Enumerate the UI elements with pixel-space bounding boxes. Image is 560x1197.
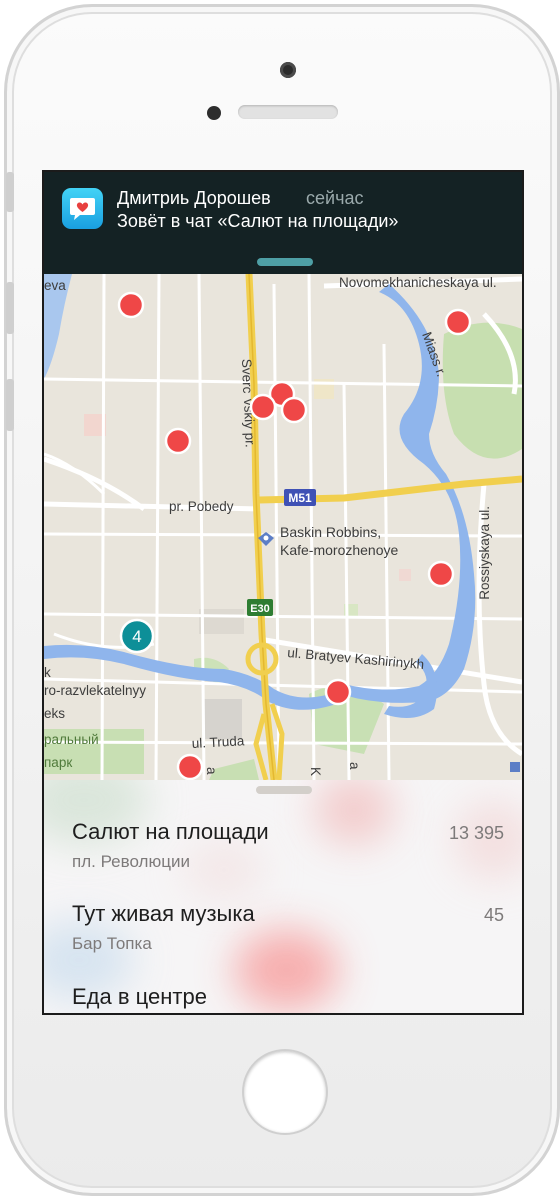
volume-up-button — [6, 282, 14, 334]
poi-small-marker-icon — [510, 762, 520, 772]
notification-grabber[interactable] — [257, 258, 313, 266]
sheet-grabber[interactable] — [256, 786, 312, 794]
event-marker[interactable] — [117, 291, 145, 319]
street-label-rossiyskaya: Rossiyskaya ul. — [477, 506, 492, 600]
map-label-bottom-a2: a — [347, 762, 362, 770]
map-label-bottom-a: a — [204, 767, 219, 775]
map-canvas[interactable]: M51 E30 Novomekhanicheskaya ul. Sverc vs… — [44, 274, 522, 780]
map-label-park-b: парк — [44, 755, 72, 770]
event-marker[interactable] — [444, 308, 472, 336]
event-title: Еда в центре — [72, 984, 207, 1009]
street-label-truda: ul. Truda — [191, 733, 245, 751]
event-title: Тут живая музыка — [72, 901, 255, 926]
volume-down-button — [6, 379, 14, 431]
event-location: Бар Топка — [72, 934, 152, 953]
poi-label-line1: Baskin Robbins, — [280, 524, 381, 540]
notification-sender: Дмитриь Дорошев — [117, 188, 271, 208]
phone-screen: Дмитриь Дорошев сейчас Зовёт в чат «Салю… — [42, 170, 524, 1015]
event-marker[interactable] — [176, 753, 204, 780]
cluster-count: 4 — [132, 627, 141, 646]
map-label-razvlekatelnyy: ro-razvlekatelnyy — [44, 683, 146, 698]
street-label-eva: eva — [44, 278, 66, 293]
map-label-k: k — [44, 665, 51, 680]
proximity-sensor — [207, 106, 221, 120]
notification-message: Зовёт в чат «Салют на площади» — [117, 211, 399, 231]
m51-label: M51 — [288, 491, 312, 505]
event-count: 13 395 — [448, 823, 504, 843]
sheet-blur-decoration — [184, 840, 264, 900]
event-marker[interactable] — [249, 393, 277, 421]
home-button[interactable] — [244, 1051, 326, 1133]
sheet-blur-decoration — [314, 780, 394, 845]
front-camera — [280, 62, 296, 78]
poi-label-line2: Kafe-morozhenoye — [280, 542, 399, 558]
street-label-pobedy: pr. Pobedy — [169, 499, 234, 514]
sheet-blur-decoration — [234, 930, 339, 1010]
mute-switch — [6, 172, 14, 212]
map-view[interactable]: M51 E30 Novomekhanicheskaya ul. Sverc vs… — [44, 274, 522, 780]
street-label-novomekh: Novomekhanicheskaya ul. — [339, 275, 497, 290]
notification-time: сейчас — [306, 188, 364, 208]
event-marker[interactable] — [280, 396, 308, 424]
map-label-bottom-k: K — [308, 767, 323, 776]
event-location: пл. Революции — [72, 852, 190, 871]
map-label-eks: eks — [44, 706, 65, 721]
heart-chat-icon — [62, 188, 103, 229]
event-title: Салют на площади — [72, 819, 269, 844]
earpiece-speaker — [238, 105, 338, 119]
event-marker[interactable] — [427, 560, 455, 588]
notification-banner[interactable]: Дмитриь Дорошев сейчас Зовёт в чат «Салю… — [44, 172, 522, 274]
event-count: 45 — [483, 905, 504, 925]
e30-label: E30 — [250, 603, 270, 615]
event-marker[interactable] — [164, 427, 192, 455]
street-label-sverdlovsky-a: Sverc — [239, 359, 255, 394]
event-marker[interactable] — [324, 678, 352, 706]
events-sheet[interactable]: Салют на площади пл. Революции 13 395 Ту… — [44, 780, 522, 1013]
map-label-park-a: ральный — [44, 732, 99, 747]
